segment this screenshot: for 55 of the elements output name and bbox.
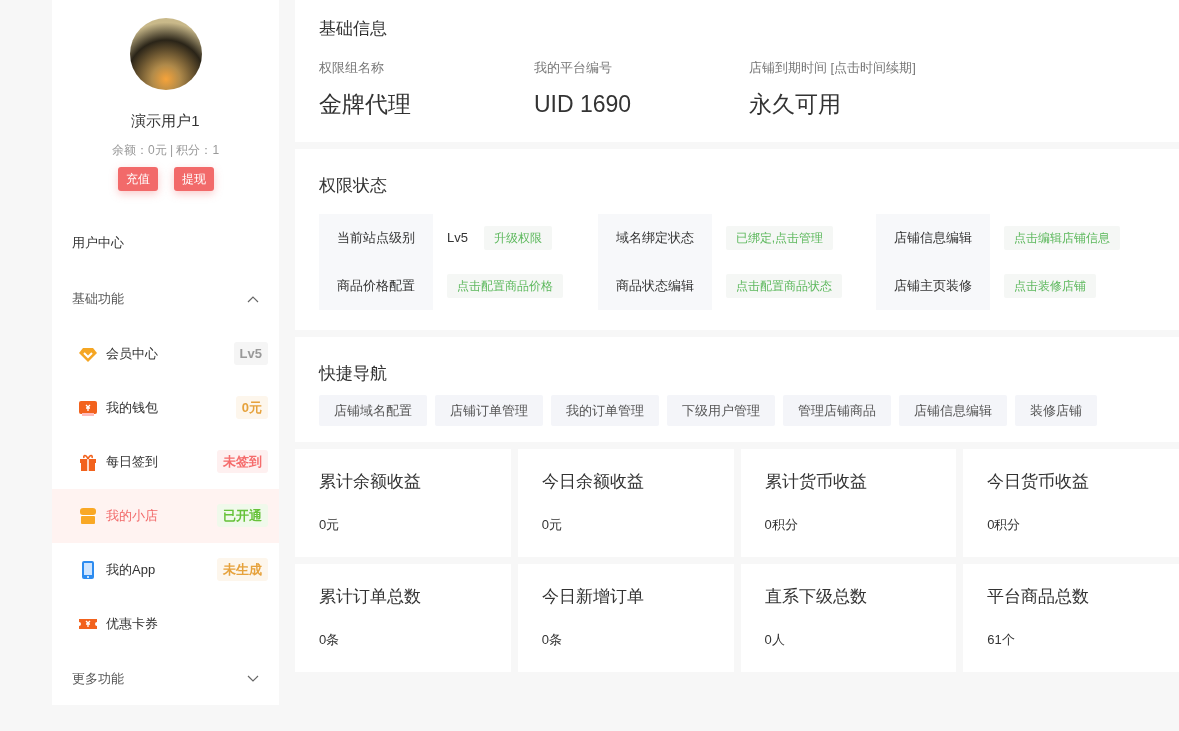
permission-label: 商品状态编辑 (615, 277, 694, 296)
stat-value: 0元 (319, 515, 341, 534)
field-label: 我的平台编号 (534, 58, 613, 77)
status-badge: 未生成 (217, 557, 268, 582)
status-badge: Lv5 (233, 341, 268, 366)
field-value: 金牌代理 (319, 90, 412, 119)
nav-link-button[interactable]: 我的订单管理 (551, 394, 659, 426)
stat-title: 今日余额收益 (541, 471, 645, 493)
field-label: 权限组名称 (319, 58, 385, 77)
stat-value: 0人 (764, 630, 786, 649)
stat-title: 累计货币收益 (764, 471, 868, 493)
stat-title: 今日新增订单 (541, 586, 645, 608)
stat-value: 61个 (987, 630, 1016, 649)
user-name: 演示用户1 (130, 111, 201, 131)
section-title: 快捷导航 (319, 363, 388, 385)
stat-title: 直系下级总数 (764, 586, 868, 608)
nav-link-button[interactable]: 店铺域名配置 (319, 394, 427, 426)
status-badge: 已开通 (217, 503, 268, 528)
nav-link-button[interactable]: 店铺信息编辑 (899, 394, 1007, 426)
permission-label: 店铺主页装修 (894, 277, 973, 296)
stat-value: 0条 (319, 630, 341, 649)
sidebar-item[interactable]: 我的钱包 0元 (52, 380, 279, 435)
stat-title: 今日货币收益 (987, 471, 1091, 493)
stat-title: 平台商品总数 (987, 586, 1091, 608)
permission-label: 商品价格配置 (337, 277, 415, 296)
menu-group-header[interactable]: 更多功能 (52, 650, 279, 707)
balance-text: 余额：0元 | 积分：1 (110, 141, 221, 159)
permission-label: 域名绑定状态 (615, 229, 694, 248)
stat-value: 0元 (541, 515, 563, 534)
field-label: 店铺到期时间 [点击时间续期] (749, 58, 917, 77)
sidebar-item[interactable]: 优惠卡券 (52, 596, 279, 651)
sidebar-item[interactable]: 我的App 未生成 (52, 542, 279, 597)
menu-group-header[interactable]: 基础功能 (52, 270, 279, 327)
shop-icon (78, 505, 98, 526)
field-value: UID 1690 (534, 90, 633, 119)
field-value: 永久可用 (749, 90, 842, 119)
level-text: Lv5 (447, 229, 468, 248)
sidebar-item[interactable]: 每日签到 未签到 (52, 434, 279, 489)
user-center-link[interactable]: 用户中心 (52, 214, 279, 271)
stat-title: 累计订单总数 (319, 586, 422, 608)
nav-link-button[interactable]: 店铺订单管理 (435, 394, 543, 426)
status-badge: 未签到 (217, 449, 268, 474)
stat-value: 0条 (541, 630, 563, 649)
nav-link-button[interactable]: 管理店铺商品 (783, 394, 891, 426)
section-title: 基础信息 (319, 18, 388, 40)
nav-link-button[interactable]: 下级用户管理 (667, 394, 775, 426)
stat-value: 0积分 (764, 515, 799, 534)
permission-label: 店铺信息编辑 (894, 229, 973, 248)
stat-title: 累计余额收益 (319, 471, 422, 493)
stat-value: 0积分 (987, 515, 1022, 534)
section-title: 权限状态 (319, 174, 388, 197)
permission-label: 当前站点级别 (337, 229, 415, 248)
nav-link-button[interactable]: 装修店铺 (1015, 394, 1097, 426)
sidebar-item[interactable]: 会员中心 Lv5 (52, 326, 279, 381)
status-badge: 0元 (235, 395, 268, 420)
